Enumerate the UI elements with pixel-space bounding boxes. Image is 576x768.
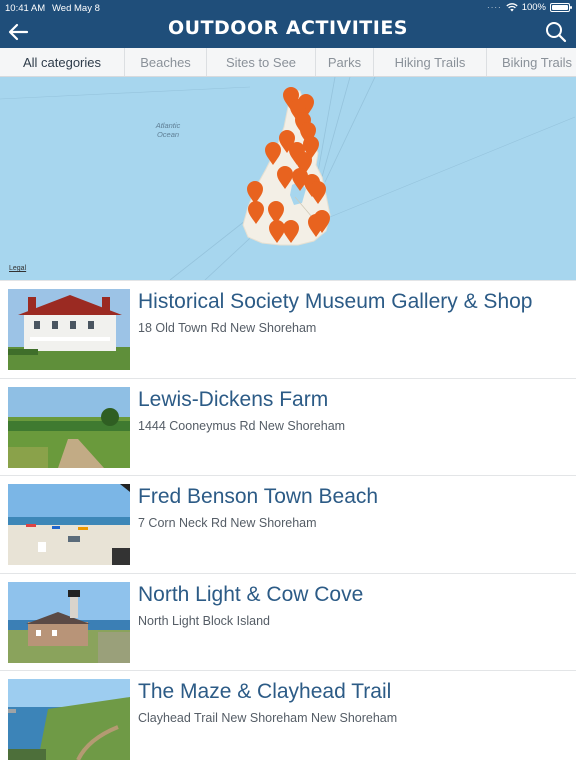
wifi-icon (506, 3, 518, 12)
map-pin[interactable] (265, 142, 281, 165)
place-name: Lewis-Dickens Farm (138, 387, 329, 411)
place-photo (8, 484, 130, 565)
map-pin[interactable] (277, 166, 293, 189)
list-item[interactable]: Fred Benson Town Beach 7 Corn Neck Rd Ne… (0, 475, 576, 573)
tab-parks[interactable]: Parks (316, 48, 374, 76)
place-photo (8, 386, 130, 468)
status-bar: 10:41 AM Wed May 8 ···· 100% (0, 0, 576, 16)
place-photo (8, 581, 130, 663)
place-photo (8, 679, 130, 760)
page-title: OUTDOOR ACTIVITIES (167, 17, 408, 39)
list-item[interactable]: North Light & Cow Cove North Light Block… (0, 572, 576, 671)
place-photo (8, 289, 130, 370)
list-item[interactable]: The Maze & Clayhead Trail Clayhead Trail… (0, 670, 576, 768)
list-item[interactable]: Historical Society Museum Gallery & Shop… (0, 280, 576, 378)
app-header: 10:41 AM Wed May 8 ···· 100% OUTDOOR ACT… (0, 0, 576, 48)
map-pin[interactable] (283, 220, 299, 243)
cellular-icon: ···· (487, 3, 502, 12)
list-item[interactable]: Lewis-Dickens Farm 1444 Cooneymus Rd New… (0, 377, 576, 476)
place-name: Fred Benson Town Beach (138, 485, 379, 508)
category-tabs: All categories Beaches Sites to See Park… (0, 48, 576, 77)
status-time: 10:41 AM (5, 3, 46, 14)
status-date: Wed May 8 (52, 3, 100, 14)
battery-icon (550, 3, 572, 12)
place-address: 7 Corn Neck Rd New Shoreham (138, 516, 317, 530)
place-name: Historical Society Museum Gallery & Shop (138, 290, 533, 313)
place-address: 1444 Cooneymus Rd New Shoreham (138, 418, 346, 433)
map-pin[interactable] (247, 181, 263, 204)
places-list: Historical Society Museum Gallery & Shop… (0, 280, 576, 768)
battery-percent: 100% (521, 2, 546, 13)
map-pin[interactable] (308, 214, 324, 237)
tab-sites-to-see[interactable]: Sites to See (207, 48, 316, 76)
search-button[interactable] (544, 20, 568, 44)
map-view[interactable]: Atlantic Ocean Legal (0, 77, 576, 280)
tab-beaches[interactable]: Beaches (125, 48, 207, 76)
status-right: ···· 100% (487, 2, 572, 13)
tab-hiking-trails[interactable]: Hiking Trails (374, 48, 487, 76)
place-address: Clayhead Trail New Shoreham New Shoreham (138, 711, 398, 725)
map-markers (247, 87, 330, 243)
place-name: North Light & Cow Cove (138, 582, 364, 606)
place-name: The Maze & Clayhead Trail (138, 680, 392, 703)
tab-all-categories[interactable]: All categories (0, 48, 125, 76)
place-address: 18 Old Town Rd New Shoreham (138, 321, 317, 335)
map-pin[interactable] (269, 220, 285, 243)
ocean-label: Atlantic Ocean (155, 121, 181, 139)
place-address: North Light Block Island (138, 613, 271, 628)
search-icon (546, 22, 567, 43)
map-pin[interactable] (248, 201, 264, 224)
tab-biking-trails[interactable]: Biking Trails (487, 48, 576, 76)
map-legal-link[interactable]: Legal (9, 265, 26, 272)
map-pin[interactable] (310, 181, 326, 204)
